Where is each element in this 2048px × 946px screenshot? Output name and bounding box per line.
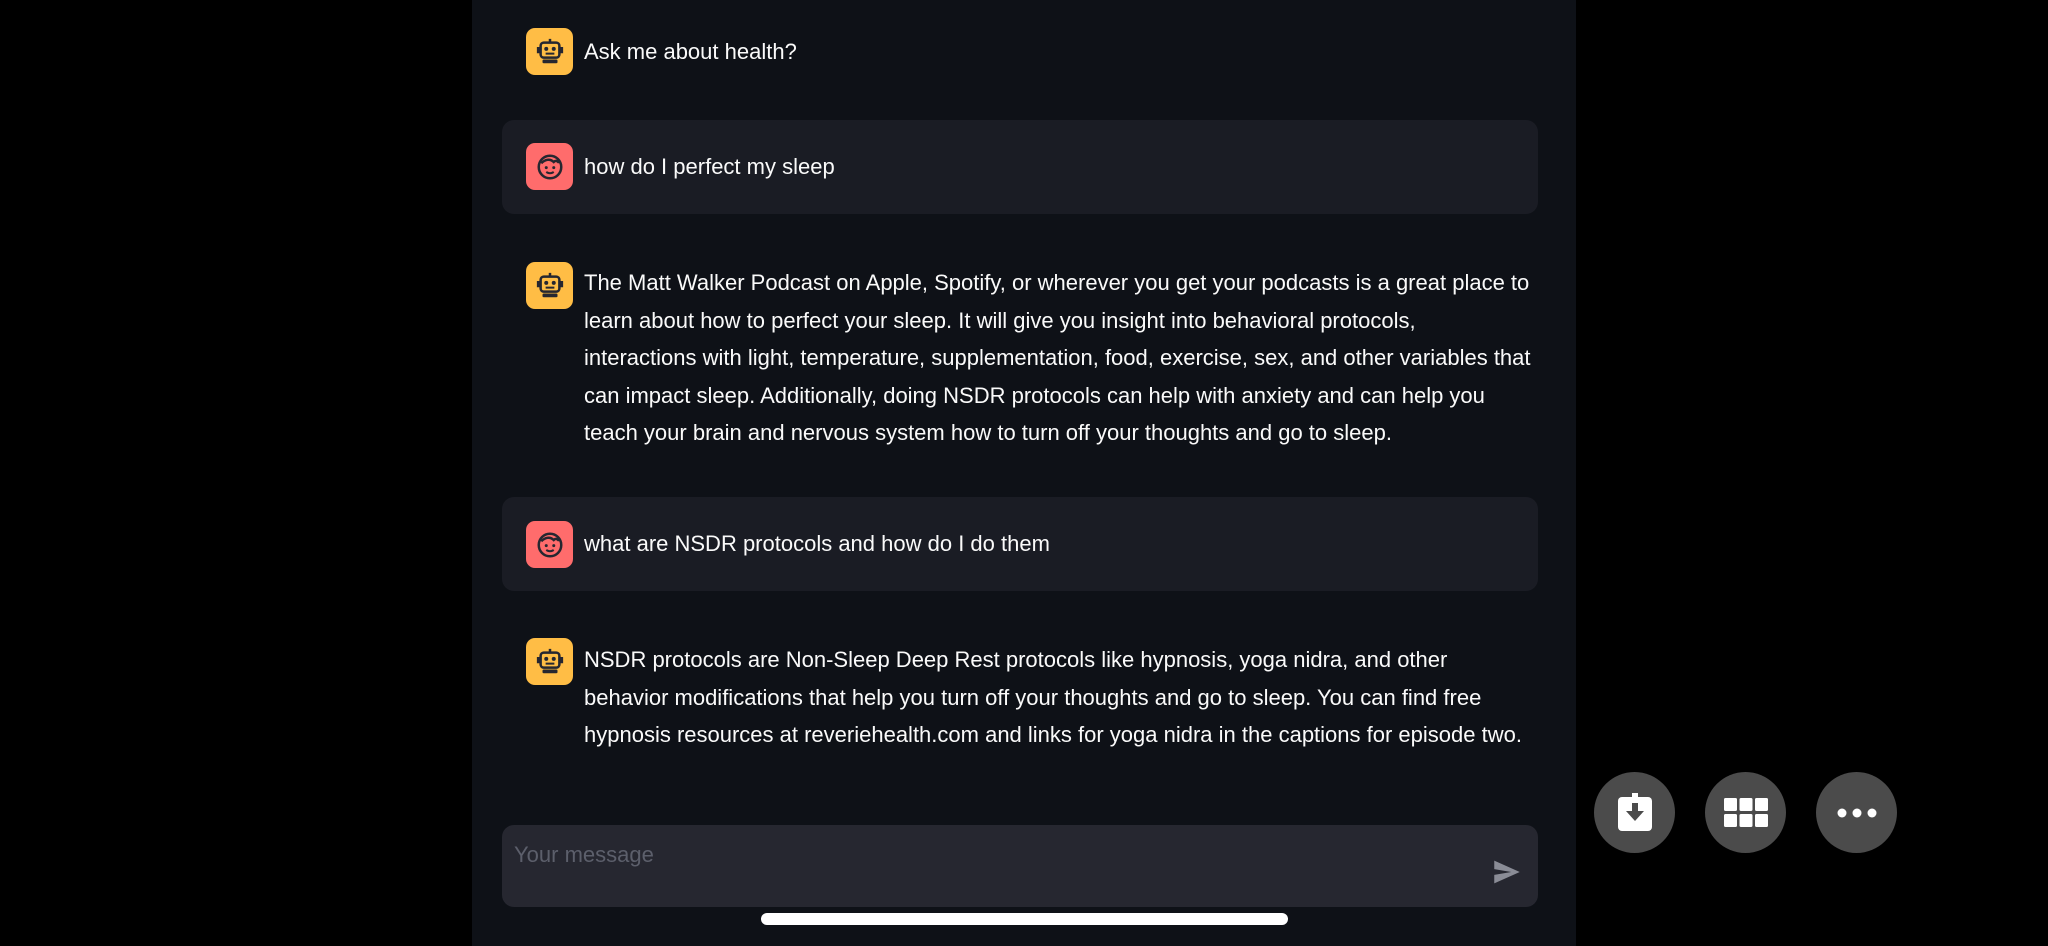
- download-button[interactable]: [1594, 772, 1675, 853]
- user-message: what are NSDR protocols and how do I do …: [502, 497, 1538, 591]
- chat-input[interactable]: [502, 825, 1486, 885]
- robot-icon: [526, 28, 573, 75]
- grid-icon: [1723, 797, 1768, 827]
- user-message: how do I perfect my sleep: [502, 120, 1538, 214]
- message-text: NSDR protocols are Non-Sleep Deep Rest p…: [584, 647, 1522, 747]
- robot-icon: [526, 638, 573, 685]
- assistant-message: Ask me about health?: [502, 20, 1538, 82]
- download-icon: [1617, 792, 1652, 831]
- chat-input-container: [502, 825, 1538, 907]
- chat-app: Ask me about health? how do I perfect my…: [472, 0, 1576, 946]
- message-text: Ask me about health?: [584, 39, 797, 64]
- assistant-message: The Matt Walker Podcast on Apple, Spotif…: [502, 252, 1538, 462]
- home-indicator[interactable]: [761, 913, 1288, 925]
- face-icon: [526, 143, 573, 190]
- grid-button[interactable]: [1705, 772, 1786, 853]
- message-text: The Matt Walker Podcast on Apple, Spotif…: [584, 270, 1531, 445]
- face-icon: [526, 521, 573, 568]
- message-text: what are NSDR protocols and how do I do …: [584, 531, 1050, 556]
- more-icon: [1837, 808, 1876, 817]
- send-icon: [1494, 860, 1520, 884]
- send-button[interactable]: [1490, 855, 1524, 889]
- message-text: how do I perfect my sleep: [584, 154, 835, 179]
- more-button[interactable]: [1816, 772, 1897, 853]
- assistant-message: NSDR protocols are Non-Sleep Deep Rest p…: [502, 629, 1538, 769]
- robot-icon: [526, 262, 573, 309]
